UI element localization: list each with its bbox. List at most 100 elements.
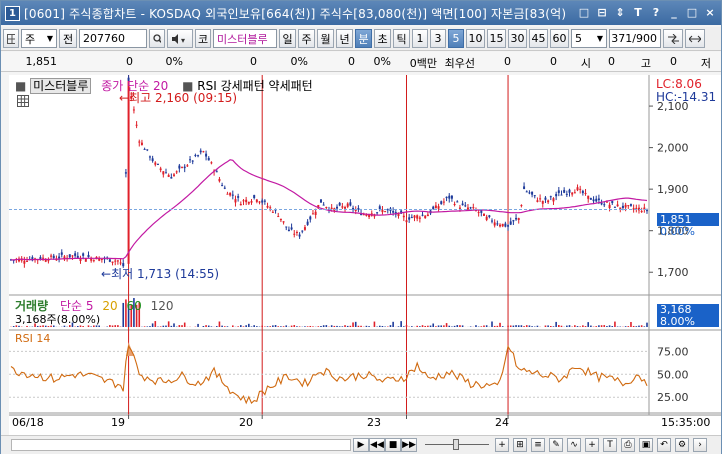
- candle-body: [116, 260, 119, 262]
- sync-icon[interactable]: [663, 29, 683, 48]
- zoom-slider-thumb[interactable]: [453, 439, 459, 450]
- candle-body: [271, 211, 274, 213]
- stock-code-input[interactable]: 207760: [79, 29, 147, 48]
- stock-name-field[interactable]: 미스터블루: [213, 29, 277, 48]
- interval-60-button[interactable]: 60: [550, 29, 569, 48]
- candle-body: [245, 199, 248, 203]
- candle-body: [207, 157, 210, 161]
- save-icon[interactable]: ▣: [639, 438, 653, 452]
- window-split-icon[interactable]: ⊟: [595, 5, 609, 20]
- stop-button[interactable]: ■: [385, 438, 401, 452]
- volume-bar: [485, 325, 488, 327]
- volume-ma-120[interactable]: 120: [151, 299, 174, 313]
- code-type-button[interactable]: 코: [195, 29, 211, 48]
- candle-body: [178, 165, 181, 169]
- chart-window: 1 [0601] 주식종합차트 - KOSDAQ 외국인보유[664(천)] 주…: [0, 0, 722, 454]
- candle-body: [234, 199, 237, 203]
- rsi-legend[interactable]: RSI 14: [15, 332, 50, 345]
- period-week-tab[interactable]: 주: [298, 29, 315, 48]
- volume-bar: [544, 325, 547, 327]
- x-label-24: 24: [495, 416, 509, 429]
- volume-bar: [197, 323, 199, 327]
- help-icon[interactable]: ?: [649, 5, 663, 20]
- tools-icon[interactable]: ⚙: [675, 438, 689, 452]
- scroll-right-button[interactable]: ▶: [353, 438, 369, 452]
- volume-bar: [306, 326, 309, 327]
- candle-body: [42, 257, 45, 259]
- period-minute-tab[interactable]: 분: [355, 29, 372, 48]
- candle-body: [215, 171, 218, 173]
- volume-ma-20[interactable]: 20: [102, 299, 117, 313]
- search-icon[interactable]: [149, 29, 165, 48]
- interval-select[interactable]: 5 ▼: [571, 29, 607, 48]
- rewind-button[interactable]: ◀◀: [369, 438, 385, 452]
- interval-10-button[interactable]: 10: [466, 29, 485, 48]
- prev-button[interactable]: 전: [59, 29, 77, 48]
- font-icon[interactable]: T: [631, 5, 645, 20]
- period-second-tab[interactable]: 초: [374, 29, 391, 48]
- settings-icon[interactable]: ≡: [531, 438, 545, 452]
- crosshair-icon[interactable]: +: [585, 438, 599, 452]
- volume-bar: [547, 325, 549, 327]
- price-tick-label: 1,900: [657, 183, 689, 196]
- layout-grid-icon: [7, 33, 15, 44]
- period-month-tab[interactable]: 월: [317, 29, 334, 48]
- candle-body: [341, 206, 344, 208]
- trade-amount: 0백만: [409, 57, 437, 70]
- period-year-tab[interactable]: 년: [336, 29, 353, 48]
- candle-body: [52, 255, 55, 258]
- app-number-icon[interactable]: 1: [5, 5, 20, 21]
- volume-bar: [111, 325, 114, 327]
- text-icon[interactable]: T: [603, 438, 617, 452]
- volume-bar: [240, 325, 242, 327]
- layout-icon[interactable]: [3, 29, 19, 48]
- stock-name-legend[interactable]: 미스터블루: [30, 78, 92, 94]
- period-day-tab[interactable]: 일: [279, 29, 296, 48]
- chart-type-icon[interactable]: ⊞: [513, 438, 527, 452]
- undo-icon[interactable]: ↶: [657, 438, 671, 452]
- close-icon[interactable]: ×: [703, 5, 717, 20]
- volume-bar: [338, 326, 341, 327]
- price-chart[interactable]: 2,1002,0001,9001,8001,70075.0050.0025.00: [9, 75, 721, 435]
- interval-1-button[interactable]: 1: [412, 29, 428, 48]
- volume-bar: [429, 325, 432, 327]
- candle-body: [629, 204, 632, 206]
- expand-icon[interactable]: [685, 29, 705, 48]
- volume-bar: [419, 326, 421, 327]
- volume-bar: [181, 325, 183, 327]
- interval-15-button[interactable]: 15: [487, 29, 506, 48]
- candle-body: [576, 187, 579, 191]
- volume-bar: [293, 325, 296, 327]
- indicator-icon[interactable]: ∿: [567, 438, 581, 452]
- candle-body: [493, 222, 496, 226]
- table-icon[interactable]: [17, 95, 29, 107]
- volume-ma-60[interactable]: 60: [126, 299, 141, 313]
- more-icon[interactable]: ›: [693, 438, 707, 452]
- candle-body: [173, 174, 176, 176]
- minimize-icon[interactable]: _: [667, 5, 681, 20]
- window-restore-icon[interactable]: □: [577, 5, 591, 20]
- volume-bar: [437, 325, 440, 327]
- interval-3-button[interactable]: 3: [430, 29, 446, 48]
- count-field[interactable]: 371 /900: [609, 29, 661, 48]
- candle-body: [517, 218, 520, 220]
- candle-body: [135, 124, 138, 126]
- period-tick-tab[interactable]: 틱: [393, 29, 410, 48]
- interval-45-button[interactable]: 45: [529, 29, 548, 48]
- interval-5-button[interactable]: 5: [448, 29, 464, 48]
- print-icon[interactable]: ⎙: [621, 438, 635, 452]
- volume-bar: [309, 325, 312, 327]
- maximize-icon[interactable]: □: [685, 5, 699, 20]
- window-resize-icon[interactable]: ⇕: [613, 5, 627, 20]
- scroll-track[interactable]: [11, 439, 351, 451]
- interval-30-button[interactable]: 30: [508, 29, 527, 48]
- zoom-in-icon[interactable]: +: [495, 438, 509, 452]
- draw-icon[interactable]: ✎: [549, 438, 563, 452]
- fast-forward-button[interactable]: ▶▶: [401, 438, 417, 452]
- candle-body: [132, 109, 135, 111]
- market-select[interactable]: 주 ▼: [21, 29, 57, 48]
- candle-body: [603, 204, 606, 206]
- speaker-icon[interactable]: ▾: [167, 29, 193, 48]
- volume-bar: [555, 321, 557, 327]
- candle-body: [584, 192, 587, 194]
